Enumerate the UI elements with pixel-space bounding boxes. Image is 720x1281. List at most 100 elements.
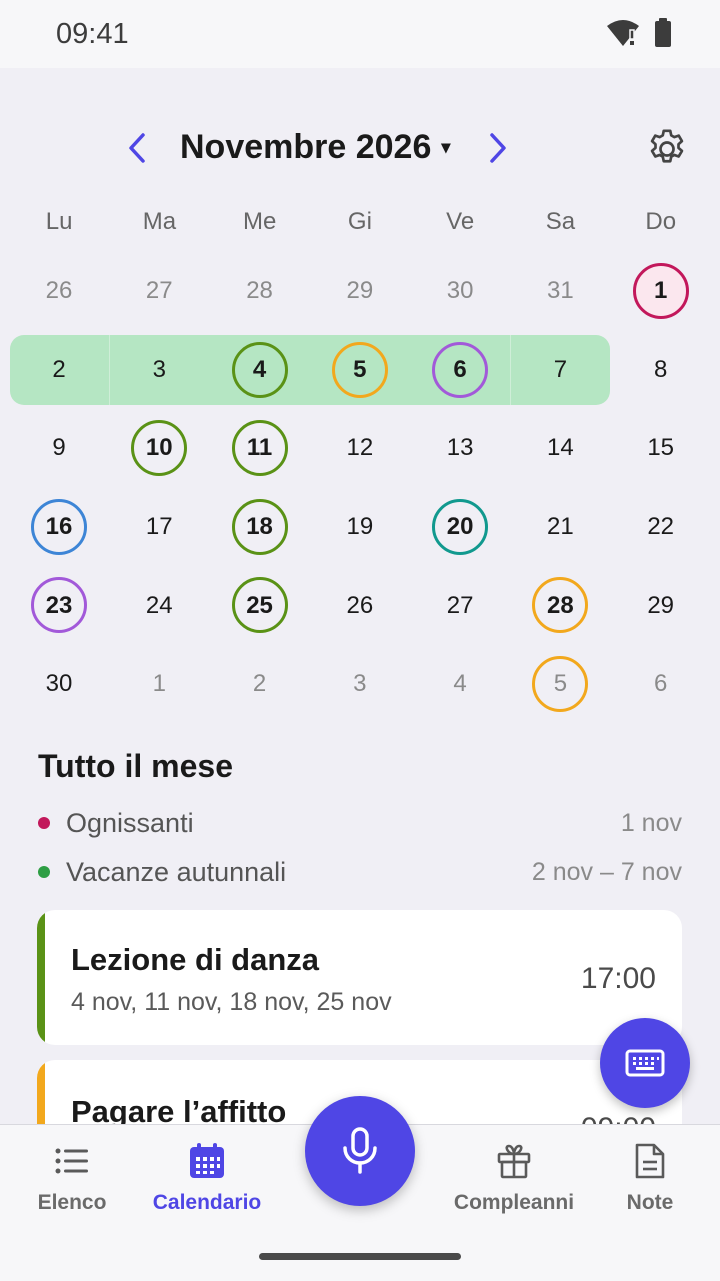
calendar-day[interactable]: 4: [410, 645, 510, 724]
microphone-icon: [343, 1127, 377, 1174]
chevron-right-icon: [490, 133, 506, 163]
event-title: Pagare l’affitto: [71, 1094, 287, 1124]
weekday-label: Ve: [446, 208, 475, 235]
calendar-day[interactable]: 30: [410, 252, 510, 331]
calendar-day[interactable]: 29: [611, 566, 711, 645]
calendar-day[interactable]: 8: [611, 331, 711, 410]
voice-input-button[interactable]: [305, 1096, 415, 1206]
calendar-day[interactable]: 26: [310, 566, 410, 645]
calendar-day[interactable]: 1: [611, 252, 711, 331]
day-number: 30: [45, 670, 73, 698]
calendar-day[interactable]: 2: [210, 645, 310, 724]
allday-event-date: 2 nov – 7 nov: [531, 857, 682, 886]
calendar-day[interactable]: 28: [510, 566, 610, 645]
month-selector[interactable]: Novembre 2026 ▾: [180, 128, 450, 167]
allday-event-name: Ognissanti: [66, 807, 194, 838]
calendar-day[interactable]: 3: [310, 645, 410, 724]
day-number: 25: [246, 591, 273, 619]
calendar-day[interactable]: 16: [9, 488, 109, 567]
calendar-day[interactable]: 14: [510, 409, 610, 488]
calendar-day[interactable]: 5: [510, 645, 610, 724]
day-number: 4: [453, 670, 467, 698]
calendar-day[interactable]: 30: [9, 645, 109, 724]
calendar-day[interactable]: 6: [611, 645, 711, 724]
allday-event-row[interactable]: Vacanze autunnali 2 nov – 7 nov: [38, 855, 682, 889]
day-number: 27: [446, 591, 474, 619]
previous-month-button[interactable]: [117, 128, 157, 168]
nav-notes-label: Note: [626, 1191, 674, 1214]
nav-notes[interactable]: Note: [585, 1141, 715, 1215]
note-icon: [630, 1141, 670, 1181]
day-number: 4: [252, 355, 267, 383]
calendar-day[interactable]: 6: [410, 331, 510, 410]
allday-event-date: 1 nov: [620, 808, 682, 837]
calendar-day[interactable]: 9: [9, 409, 109, 488]
calendar-day[interactable]: 3: [109, 331, 209, 410]
day-number: 6: [653, 670, 668, 698]
weekday-label: Sa: [545, 208, 576, 235]
calendar-day[interactable]: 1: [109, 645, 209, 724]
event-color-dot: [38, 866, 50, 878]
day-number: 26: [346, 591, 374, 619]
calendar-day[interactable]: 20: [410, 488, 510, 567]
month-title: Novembre 2026: [180, 128, 432, 166]
calendar-day[interactable]: 13: [410, 409, 510, 488]
calendar-day[interactable]: 12: [310, 409, 410, 488]
calendar-day[interactable]: 22: [611, 488, 711, 567]
day-number: 8: [653, 355, 668, 383]
calendar-header: Novembre 2026 ▾: [0, 120, 720, 180]
calendar-day[interactable]: 28: [210, 252, 310, 331]
calendar-day[interactable]: 2: [9, 331, 109, 410]
battery-icon: [655, 18, 671, 47]
nav-birthdays[interactable]: Compleanni: [449, 1141, 579, 1215]
calendar-day[interactable]: 10: [109, 409, 209, 488]
nav-calendar[interactable]: Calendario: [142, 1141, 272, 1215]
calendar-day[interactable]: 5: [310, 331, 410, 410]
calendar-day[interactable]: 4: [210, 331, 310, 410]
nav-calendar-label: Calendario: [152, 1191, 262, 1214]
calendar-day[interactable]: 23: [9, 566, 109, 645]
calendar-day[interactable]: 19: [310, 488, 410, 567]
day-number: 11: [246, 434, 273, 462]
calendar-day[interactable]: 24: [109, 566, 209, 645]
event-title: Lezione di danza: [71, 942, 320, 977]
allday-event-row[interactable]: Ognissanti 1 nov: [38, 806, 682, 840]
event-color-dot: [38, 817, 50, 829]
calendar-day[interactable]: 11: [210, 409, 310, 488]
list-icon: [52, 1141, 92, 1181]
section-title: Tutto il mese: [38, 748, 233, 784]
day-number: 16: [45, 513, 73, 541]
next-month-button[interactable]: [478, 128, 518, 168]
calendar-day[interactable]: 29: [310, 252, 410, 331]
calendar-day[interactable]: 26: [9, 252, 109, 331]
day-number: 27: [145, 277, 173, 305]
day-number: 9: [52, 434, 66, 462]
day-number: 19: [346, 513, 374, 541]
keyboard-input-button[interactable]: [600, 1018, 690, 1108]
nav-birthdays-label: Compleanni: [453, 1191, 575, 1214]
weekday-header: Lu Ma Me Gi Ve Sa Do: [9, 208, 711, 236]
weekday-label: Me: [242, 208, 277, 235]
event-card[interactable]: Lezione di danza 4 nov, 11 nov, 18 nov, …: [37, 910, 682, 1045]
event-color-bar: [37, 910, 45, 1045]
calendar-day[interactable]: 15: [611, 409, 711, 488]
day-number: 5: [353, 355, 367, 383]
calendar-day[interactable]: 21: [510, 488, 610, 567]
day-number: 24: [145, 591, 173, 619]
day-number: 1: [152, 670, 166, 698]
calendar-day[interactable]: 25: [210, 566, 310, 645]
calendar-day[interactable]: 18: [210, 488, 310, 567]
calendar-day[interactable]: 27: [410, 566, 510, 645]
chevron-left-icon: [129, 133, 145, 163]
calendar-day[interactable]: 17: [109, 488, 209, 567]
calendar-day[interactable]: 7: [510, 331, 610, 410]
calendar-day[interactable]: 31: [510, 252, 610, 331]
day-number: 21: [547, 513, 574, 541]
calendar-icon: [187, 1141, 227, 1181]
calendar-day[interactable]: 27: [109, 252, 209, 331]
day-number: 10: [145, 434, 173, 462]
nav-list[interactable]: Elenco: [7, 1141, 137, 1215]
day-number: 23: [45, 591, 73, 619]
day-number: 3: [152, 355, 166, 383]
settings-button[interactable]: [644, 126, 690, 172]
